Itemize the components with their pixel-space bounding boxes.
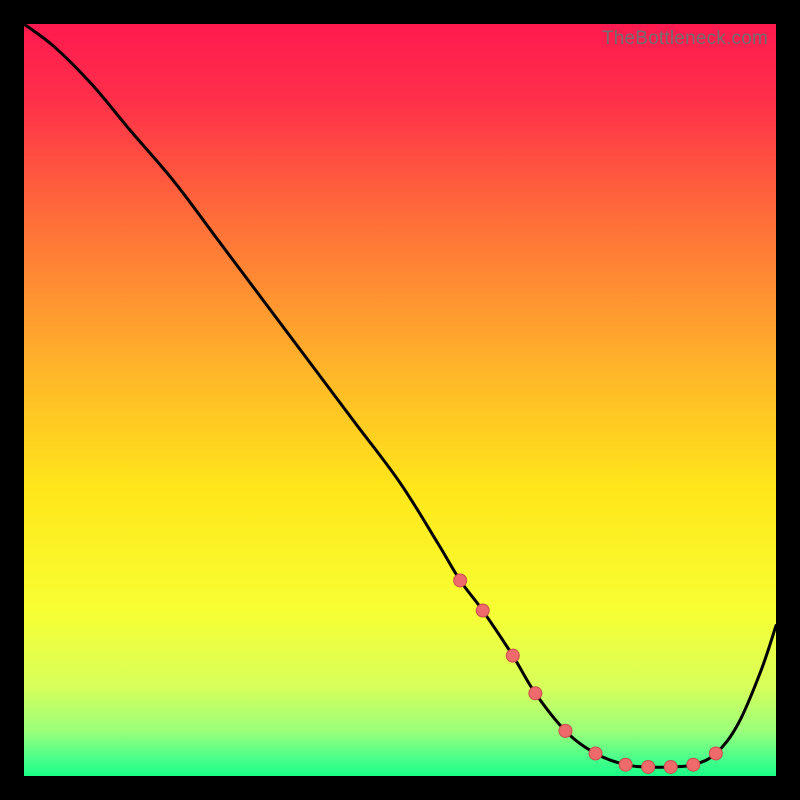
marker-point: [589, 747, 602, 760]
marker-point: [529, 687, 542, 700]
marker-point: [559, 724, 572, 737]
marker-point: [476, 604, 489, 617]
marker-point: [687, 758, 700, 771]
bottleneck-chart: [24, 24, 776, 776]
marker-point: [642, 760, 655, 773]
marker-point: [506, 649, 519, 662]
marker-point: [454, 574, 467, 587]
watermark-text: TheBottleneck.com: [602, 28, 768, 50]
marker-point: [619, 758, 632, 771]
marker-point: [664, 760, 677, 773]
marker-point: [709, 747, 722, 760]
chart-frame: TheBottleneck.com: [24, 24, 776, 776]
